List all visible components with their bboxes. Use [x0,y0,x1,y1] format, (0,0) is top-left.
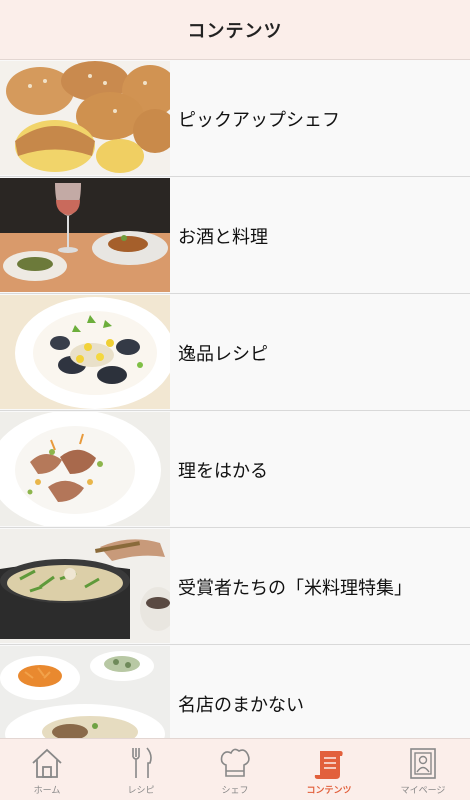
fork-knife-icon [132,747,152,778]
list-item-staff-meals[interactable]: 名店のまかない [0,645,470,738]
list-item-signature-recipe[interactable]: 逸品レシピ [0,294,470,411]
chef-hat-icon [220,748,250,777]
tab-label: マイページ [400,786,446,796]
home-icon [32,748,62,778]
rice-feature-image [0,529,170,643]
scroll-icon [314,751,343,779]
tab-mypage[interactable]: マイページ [376,739,470,800]
sake-and-cuisine-image [0,178,170,292]
list-item-label: 理をはかる [178,460,268,482]
list-item-label: 名店のまかない [178,694,304,716]
list-item-measure-cuisine[interactable]: 理をはかる [0,411,470,528]
list-item-label: 受賞者たちの「米料理特集」 [178,577,412,599]
measure-cuisine-image [0,412,170,526]
tab-contents[interactable]: コンテンツ [282,739,376,800]
list-item-label: お酒と料理 [178,226,268,248]
profile-book-icon [410,748,436,779]
tab-label: コンテンツ [306,786,352,796]
page-title: コンテンツ [187,20,283,42]
content-list[interactable]: ピックアップシェフ お酒と料理 逸品レシピ 理をはかる 受賞者たちの「米料理特集… [0,60,470,738]
tab-label: ホーム [33,786,61,796]
list-item-pickup-chef[interactable]: ピックアップシェフ [0,60,470,177]
pickup-chef-image [0,61,170,175]
staff-meals-image [0,646,170,738]
header-bar: コンテンツ [0,0,470,60]
tab-home[interactable]: ホーム [0,739,94,800]
tab-recipe[interactable]: レシピ [94,739,188,800]
tab-label: レシピ [127,786,155,796]
list-item-rice-feature[interactable]: 受賞者たちの「米料理特集」 [0,528,470,645]
signature-recipe-image [0,295,170,409]
list-item-sake-and-cuisine[interactable]: お酒と料理 [0,177,470,294]
tab-label: シェフ [221,786,249,796]
tab-chef[interactable]: シェフ [188,739,282,800]
list-item-label: ピックアップシェフ [178,109,340,131]
list-item-label: 逸品レシピ [178,343,268,365]
bottom-tab-bar: ホーム レシピ シェフ コンテンツ マイページ [0,738,470,800]
